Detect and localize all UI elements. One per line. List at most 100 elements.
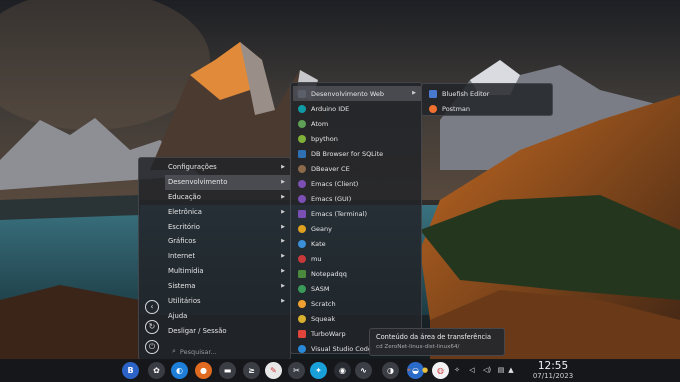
menu-item-emacs-client[interactable]: Emacs (Client) — [293, 176, 421, 191]
menu-item-db-browser-for-sqlite[interactable]: DB Browser for SQLite — [293, 146, 421, 161]
dropbox-icon[interactable]: ✧ — [452, 365, 462, 375]
app-menu-icon[interactable]: B — [122, 362, 139, 379]
menu-item-sasm[interactable]: SASM — [293, 281, 421, 296]
back-icon[interactable]: ‹ — [145, 300, 159, 314]
toggle-icon[interactable]: ◑ — [382, 362, 399, 379]
atom-icon — [298, 119, 306, 128]
sasm-icon — [298, 284, 306, 293]
menu-item-scratch[interactable]: Scratch — [293, 296, 421, 311]
discover-icon[interactable]: ◐ — [171, 362, 188, 379]
submenu-arrow-icon: ▶ — [281, 164, 285, 170]
category-ajuda[interactable]: Ajuda — [165, 309, 290, 324]
menu-item-label: Kate — [311, 239, 326, 248]
category-internet[interactable]: Internet ▶ — [165, 249, 290, 264]
terminal-icon[interactable]: ≥ — [243, 362, 260, 379]
arduino-icon — [298, 104, 306, 113]
kstars-icon[interactable]: ✦ — [310, 362, 327, 379]
category-label: Configurações — [168, 163, 217, 171]
web-development-submenu: Bluefish Editor Postman — [421, 83, 553, 116]
settings-icon[interactable]: ✿ — [148, 362, 165, 379]
menu-item-label: Arduino IDE — [311, 104, 350, 113]
menu-item-squeak[interactable]: Squeak — [293, 311, 421, 326]
network-icon[interactable]: ∿ — [355, 362, 372, 379]
category-sistema[interactable]: Sistema ▶ — [165, 279, 290, 294]
clock[interactable]: 12:55 07/11/2023 — [528, 360, 578, 381]
kdenlive-icon[interactable]: ✂ — [288, 362, 305, 379]
crosshair-icon[interactable]: ⌖ — [404, 365, 414, 375]
submenu-arrow-icon: ▶ — [412, 90, 416, 96]
submenu-arrow-icon: ▶ — [281, 178, 285, 185]
clock-date: 07/11/2023 — [532, 372, 574, 380]
category-list: Configurações ▶ Desenvolvimento ▶ Educação ▶ E… — [165, 160, 290, 339]
submenu-arrow-icon: ▶ — [281, 208, 285, 215]
category-utilitarios[interactable]: Utilitários ▶ — [165, 294, 290, 309]
moon-icon[interactable]: ● — [420, 365, 430, 375]
menu-item-label: Geany — [311, 224, 332, 233]
submenu-arrow-icon: ▶ — [281, 193, 285, 200]
menu-item-label: bpython — [311, 134, 338, 143]
menu-item-emacs-terminal[interactable]: Emacs (Terminal) — [293, 206, 421, 221]
menu-item-label: SASM — [311, 284, 330, 293]
menu-item-label: Emacs (Client) — [311, 179, 359, 188]
expand-tray-icon[interactable]: ▲ — [506, 365, 516, 375]
search-input[interactable]: ⌕ Pesquisar... — [167, 345, 287, 358]
clock-time: 12:55 — [537, 360, 569, 372]
menu-item-notepadqq[interactable]: Notepadqq — [293, 266, 421, 281]
firefox-icon[interactable]: ● — [195, 362, 212, 379]
emacs-icon — [298, 194, 306, 203]
menu-item-kate[interactable]: Kate — [293, 236, 421, 251]
category-configuracoes[interactable]: Configurações ▶ — [165, 160, 290, 175]
category-label: Desenvolvimento — [168, 177, 228, 186]
menu-item-label: Atom — [311, 119, 329, 128]
submenu-arrow-icon: ▶ — [281, 223, 285, 230]
tooltip-detail: cd ZeroNet-linux-dist-linux64/ — [376, 344, 460, 350]
clipboard-tooltip: Conteúdo da área de transferência cd Zer… — [369, 328, 505, 356]
category-desenvolvimento[interactable]: Desenvolvimento ▶ — [165, 174, 290, 190]
menu-item-label: Emacs (GUI) — [311, 194, 352, 203]
power-icon[interactable]: ⏻ — [145, 340, 159, 354]
category-label: Internet — [168, 252, 195, 261]
menu-item-geany[interactable]: Geany — [293, 221, 421, 236]
refresh-icon[interactable]: ↻ — [145, 320, 159, 334]
category-desligar-sessao[interactable]: Desligar / Sessão — [165, 324, 290, 339]
menu-item-mu[interactable]: mu — [293, 251, 421, 266]
menu-item-postman[interactable]: Postman — [424, 101, 552, 116]
menu-item-label: Bluefish Editor — [442, 89, 490, 98]
menu-item-label: DB Browser for SQLite — [311, 149, 384, 158]
printer-icon[interactable]: ▤ — [496, 365, 506, 375]
category-educacao[interactable]: Educação ▶ — [165, 190, 290, 205]
menu-item-bluefish-editor[interactable]: Bluefish Editor — [424, 86, 552, 101]
menu-item-label: DBeaver CE — [311, 164, 350, 173]
files-icon[interactable]: ▬ — [219, 362, 236, 379]
menu-item-label: TurboWarp — [311, 329, 346, 338]
category-label: Escritório — [168, 222, 200, 231]
menu-item-label: Postman — [442, 104, 471, 113]
emacs-icon — [298, 209, 306, 218]
volume-icon[interactable]: ◁) — [482, 365, 492, 375]
mu-icon — [298, 254, 306, 263]
menu-item-label: Notepadqq — [311, 269, 347, 278]
audio-icon[interactable]: ◁ — [467, 365, 477, 375]
emacs-icon — [298, 179, 306, 188]
category-escritorio[interactable]: Escritório ▶ — [165, 220, 290, 235]
menu-item-label: Visual Studio Code — [311, 344, 372, 353]
category-label: Multimídia — [168, 267, 204, 276]
category-multimidia[interactable]: Multimídia ▶ — [165, 264, 290, 279]
search-icon: ⌕ — [172, 347, 176, 355]
folder-icon[interactable]: ▭ — [437, 365, 447, 375]
scratch-icon — [298, 299, 306, 308]
menu-item-arduino-ide[interactable]: Arduino IDE — [293, 101, 421, 116]
submenu-arrow-icon: ▶ — [281, 238, 285, 245]
blender-icon[interactable]: ◉ — [334, 362, 351, 379]
sqlite-icon — [298, 149, 306, 158]
menu-item-emacs-gui[interactable]: Emacs (GUI) — [293, 191, 421, 206]
menu-item-desenvolvimento-web[interactable]: Desenvolvimento Web ▶ — [293, 86, 421, 101]
menu-item-atom[interactable]: Atom — [293, 116, 421, 131]
menu-item-bpython[interactable]: bpython — [293, 131, 421, 146]
category-graficos[interactable]: Gráficos ▶ — [165, 234, 290, 249]
category-eletronica[interactable]: Eletrônica ▶ — [165, 205, 290, 220]
menu-item-dbeaver-ce[interactable]: DBeaver CE — [293, 161, 421, 176]
web-app-list: Bluefish Editor Postman — [424, 86, 552, 116]
inkscape-icon[interactable]: ✎ — [265, 362, 282, 379]
development-app-list: Desenvolvimento Web ▶ Arduino IDE Atom bpyth… — [293, 86, 421, 356]
